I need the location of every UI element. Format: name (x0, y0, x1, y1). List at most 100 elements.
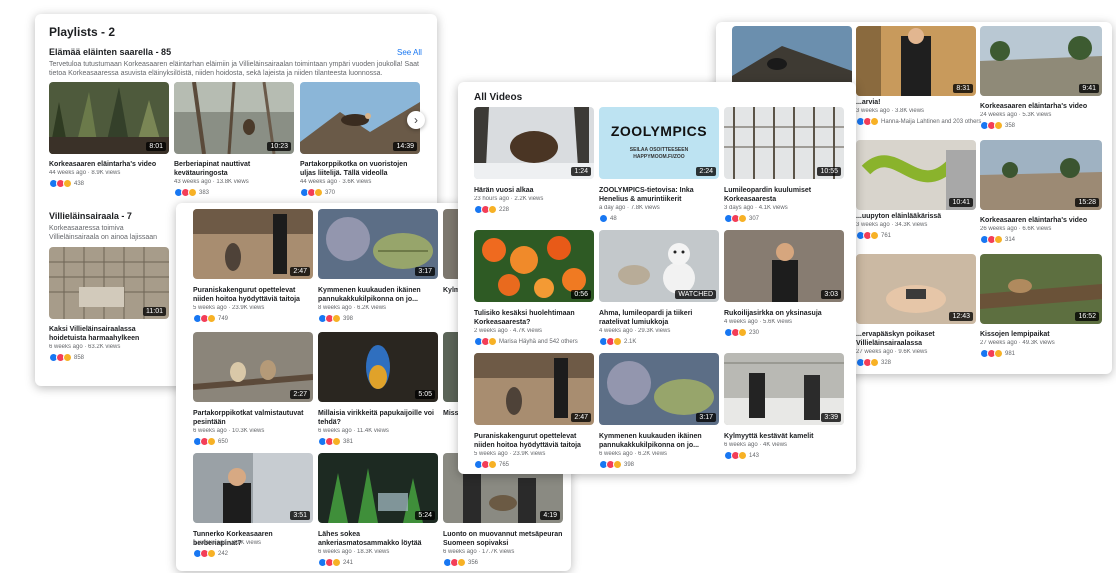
video-thumbnail[interactable]: 8:01 (49, 82, 169, 154)
video-tile[interactable]: 3:39 Kylmyyttä kestävät kamelit 6 weeks … (724, 353, 844, 471)
video-thumbnail[interactable]: 2:27 (193, 332, 313, 402)
playlist-video-tile[interactable]: 8:01 Korkeasaaren eläintarha's video 44 … (49, 82, 169, 202)
reaction-summary[interactable]: Marisa Häyhä and 542 others (474, 337, 578, 346)
video-title[interactable]: Puraniskakengurut opettelevat niiden hoi… (474, 432, 594, 450)
video-title[interactable]: Kymmenen kuukauden ikäinen pannukakkukil… (599, 432, 719, 450)
video-title[interactable]: Tulisiko kesäksi huolehtimaan Korkeasaar… (474, 309, 594, 327)
video-tile[interactable]: 12:43 ...ervapääskyn poikaset Villieläin… (856, 254, 976, 369)
reaction-summary[interactable]: 356 (443, 558, 478, 567)
video-thumbnail[interactable]: 10:23 (174, 82, 294, 154)
video-tile[interactable]: 16:52 Kissojen lempipaikat 27 weeks ago … (980, 254, 1102, 369)
video-thumbnail[interactable]: 2:47 (193, 209, 313, 279)
reaction-summary[interactable]: 981 (980, 349, 1015, 358)
video-title[interactable]: Berberiapinat nauttivat kevätauringosta (174, 160, 294, 178)
reaction-summary[interactable]: 230 (724, 328, 759, 337)
reaction-summary[interactable]: 765 (474, 460, 509, 469)
reaction-summary[interactable]: 328 (856, 358, 891, 367)
video-title[interactable]: Partakorppikotka on vuoristojen uljas li… (300, 160, 420, 178)
video-tile[interactable]: 2:47 Puraniskakengurut opettelevat niide… (193, 209, 313, 327)
reaction-summary[interactable]: 358 (980, 121, 1015, 130)
reaction-summary[interactable]: 241 (318, 558, 353, 567)
video-tile[interactable]: 10:55 Lumileopardin kuulumiset Korkeasaa… (724, 107, 844, 225)
video-tile[interactable]: 3:17 Kymmenen kuukauden ikäinen pannukak… (599, 353, 719, 471)
video-title[interactable]: Härän vuosi alkaa (474, 186, 594, 195)
reaction-summary[interactable]: 383 (174, 188, 209, 197)
reaction-summary[interactable]: 438 (49, 179, 84, 188)
video-tile[interactable]: 10:41 (856, 140, 976, 212)
reaction-summary[interactable]: Hanna-Maija Lahtinen and 203 others (856, 117, 981, 126)
video-title[interactable]: Korkeasaaren eläintarha's video (980, 102, 1102, 111)
video-tile[interactable]: 2:27 Partakorppikotkat valmistautuvat pe… (193, 332, 313, 450)
video-thumbnail[interactable]: 3:03 (724, 230, 844, 302)
video-thumbnail[interactable]: 3:17 (318, 209, 438, 279)
video-title[interactable]: Rukoilijasirkka on yksinasuja (724, 309, 844, 318)
video-tile[interactable]: ...arvia! 3 weeks ago · 3.8K views Hanna… (856, 98, 981, 138)
video-thumbnail[interactable]: 8:31 (856, 26, 976, 96)
reaction-summary[interactable]: 2.1K (599, 337, 636, 346)
video-thumbnail[interactable]: 12:43 (856, 254, 976, 324)
playlist-video-tile[interactable]: 11:01 Kaksi Villieläinsairaalassa hoidet… (49, 247, 169, 372)
video-tile[interactable]: ZOOLYMPICS SEILAA OSOITTEESEEN HAPPYMOOM… (599, 107, 719, 225)
reaction-summary[interactable]: 143 (724, 451, 759, 460)
video-title[interactable]: Kaksi Villieläinsairaalassa hoidetuista … (49, 325, 169, 343)
video-thumbnail[interactable]: 10:41 (856, 140, 976, 210)
video-thumbnail[interactable]: 5:05 (318, 332, 438, 402)
video-thumbnail[interactable]: 14:39 (300, 82, 420, 154)
reaction-summary[interactable]: 650 (193, 437, 228, 446)
video-tile[interactable]: 3:51 Tunnerko Korkeasaaren berberiapinat… (193, 453, 313, 568)
video-title[interactable]: ZOOLYMPICS-tietovisa: Inka Henelius & am… (599, 186, 719, 204)
video-thumbnail[interactable]: 11:01 (49, 247, 169, 319)
video-title[interactable]: Ahma, lumileopardi ja tiikeri raatelivat… (599, 309, 719, 327)
video-title[interactable]: Millaisia virikkeitä papukaijoille voi t… (318, 409, 438, 427)
video-tile[interactable]: 15:28 Korkeasaaren eläintarha's video 26… (980, 140, 1102, 245)
video-title[interactable]: Partakorppikotkat valmistautuvat pesintä… (193, 409, 313, 427)
video-thumbnail[interactable]: 0:56 (474, 230, 594, 302)
video-thumbnail[interactable]: ZOOLYMPICS SEILAA OSOITTEESEEN HAPPYMOOM… (599, 107, 719, 179)
playlist-title[interactable]: Villieläinsairaala - 7 (49, 211, 132, 221)
reaction-summary[interactable]: 381 (318, 437, 353, 446)
video-thumbnail[interactable]: 16:52 (980, 254, 1102, 324)
video-title[interactable]: Lähes sokea ankeriasmatosammakko löytää … (318, 530, 438, 548)
video-thumbnail[interactable]: 3:39 (724, 353, 844, 425)
video-title[interactable]: Lumileopardin kuulumiset Korkeasaaresta (724, 186, 844, 204)
video-thumbnail[interactable]: 5:24 (318, 453, 438, 523)
reaction-summary[interactable]: 370 (300, 188, 335, 197)
video-tile[interactable]: 3:03 Rukoilijasirkka on yksinasuja 4 wee… (724, 230, 844, 348)
reaction-summary[interactable]: 761 (856, 231, 891, 240)
next-arrow-button[interactable]: › (407, 111, 425, 129)
playlist-title[interactable]: Elämää eläinten saarella - 85 (49, 47, 171, 57)
video-title[interactable]: ...arvia! (856, 98, 976, 107)
video-title[interactable]: Korkeasaaren eläintarha's video (49, 160, 169, 169)
playlist-video-tile[interactable]: 14:39 Partakorppikotka on vuoristojen ul… (300, 82, 420, 202)
reaction-summary[interactable]: 228 (474, 205, 509, 214)
video-title[interactable]: Kissojen lempipaikat (980, 330, 1102, 339)
video-tile[interactable]: 5:05 Millaisia virikkeitä papukaijoille … (318, 332, 438, 450)
video-thumbnail[interactable]: 9:41 (980, 26, 1102, 96)
see-all-link[interactable]: See All (397, 48, 422, 57)
video-tile[interactable]: 5:24 Lähes sokea ankeriasmatosammakko lö… (318, 453, 438, 568)
video-tile[interactable]: 0:56 Tulisiko kesäksi huolehtimaan Korke… (474, 230, 594, 348)
video-thumbnail[interactable]: 2:47 (474, 353, 594, 425)
video-tile[interactable]: ...uupyton eläinlääkärissä 3 weeks ago ·… (856, 212, 976, 252)
video-title[interactable]: Luonto on muovannut metsäpeuran Suomeen … (443, 530, 563, 548)
video-title[interactable]: ...ervapääskyn poikaset Villieläinsairaa… (856, 330, 976, 348)
reaction-summary[interactable]: 749 (193, 314, 228, 323)
video-tile[interactable]: 9:41 Korkeasaaren eläintarha's video 24 … (980, 26, 1102, 131)
video-thumbnail[interactable]: 1:24 (474, 107, 594, 179)
reaction-summary[interactable]: 314 (980, 235, 1015, 244)
playlist-video-tile[interactable]: 10:23 Berberiapinat nauttivat kevätaurin… (174, 82, 294, 202)
video-title[interactable]: Puraniskakengurut opettelevat niiden hoi… (193, 286, 313, 304)
video-thumbnail[interactable]: 3:17 (599, 353, 719, 425)
reaction-summary[interactable]: 48 (599, 214, 617, 223)
reaction-summary[interactable]: 307 (724, 214, 759, 223)
video-tile[interactable]: WATCHED Ahma, lumileopardi ja tiikeri ra… (599, 230, 719, 348)
reaction-summary[interactable]: 858 (49, 353, 84, 362)
video-thumbnail[interactable]: 3:51 (193, 453, 313, 523)
video-title[interactable]: Kylmyyttä kestävät kamelit (724, 432, 844, 441)
video-tile[interactable]: 3:17 Kymmenen kuukauden ikäinen pannukak… (318, 209, 438, 327)
video-title[interactable]: Kymmenen kuukauden ikäinen pannukakkukil… (318, 286, 438, 304)
video-thumbnail[interactable]: 15:28 (980, 140, 1102, 210)
reaction-summary[interactable]: 242 (193, 549, 228, 558)
video-title[interactable]: Korkeasaaren eläintarha's video (980, 216, 1102, 225)
video-tile[interactable]: 2:47 Puraniskakengurut opettelevat niide… (474, 353, 594, 471)
